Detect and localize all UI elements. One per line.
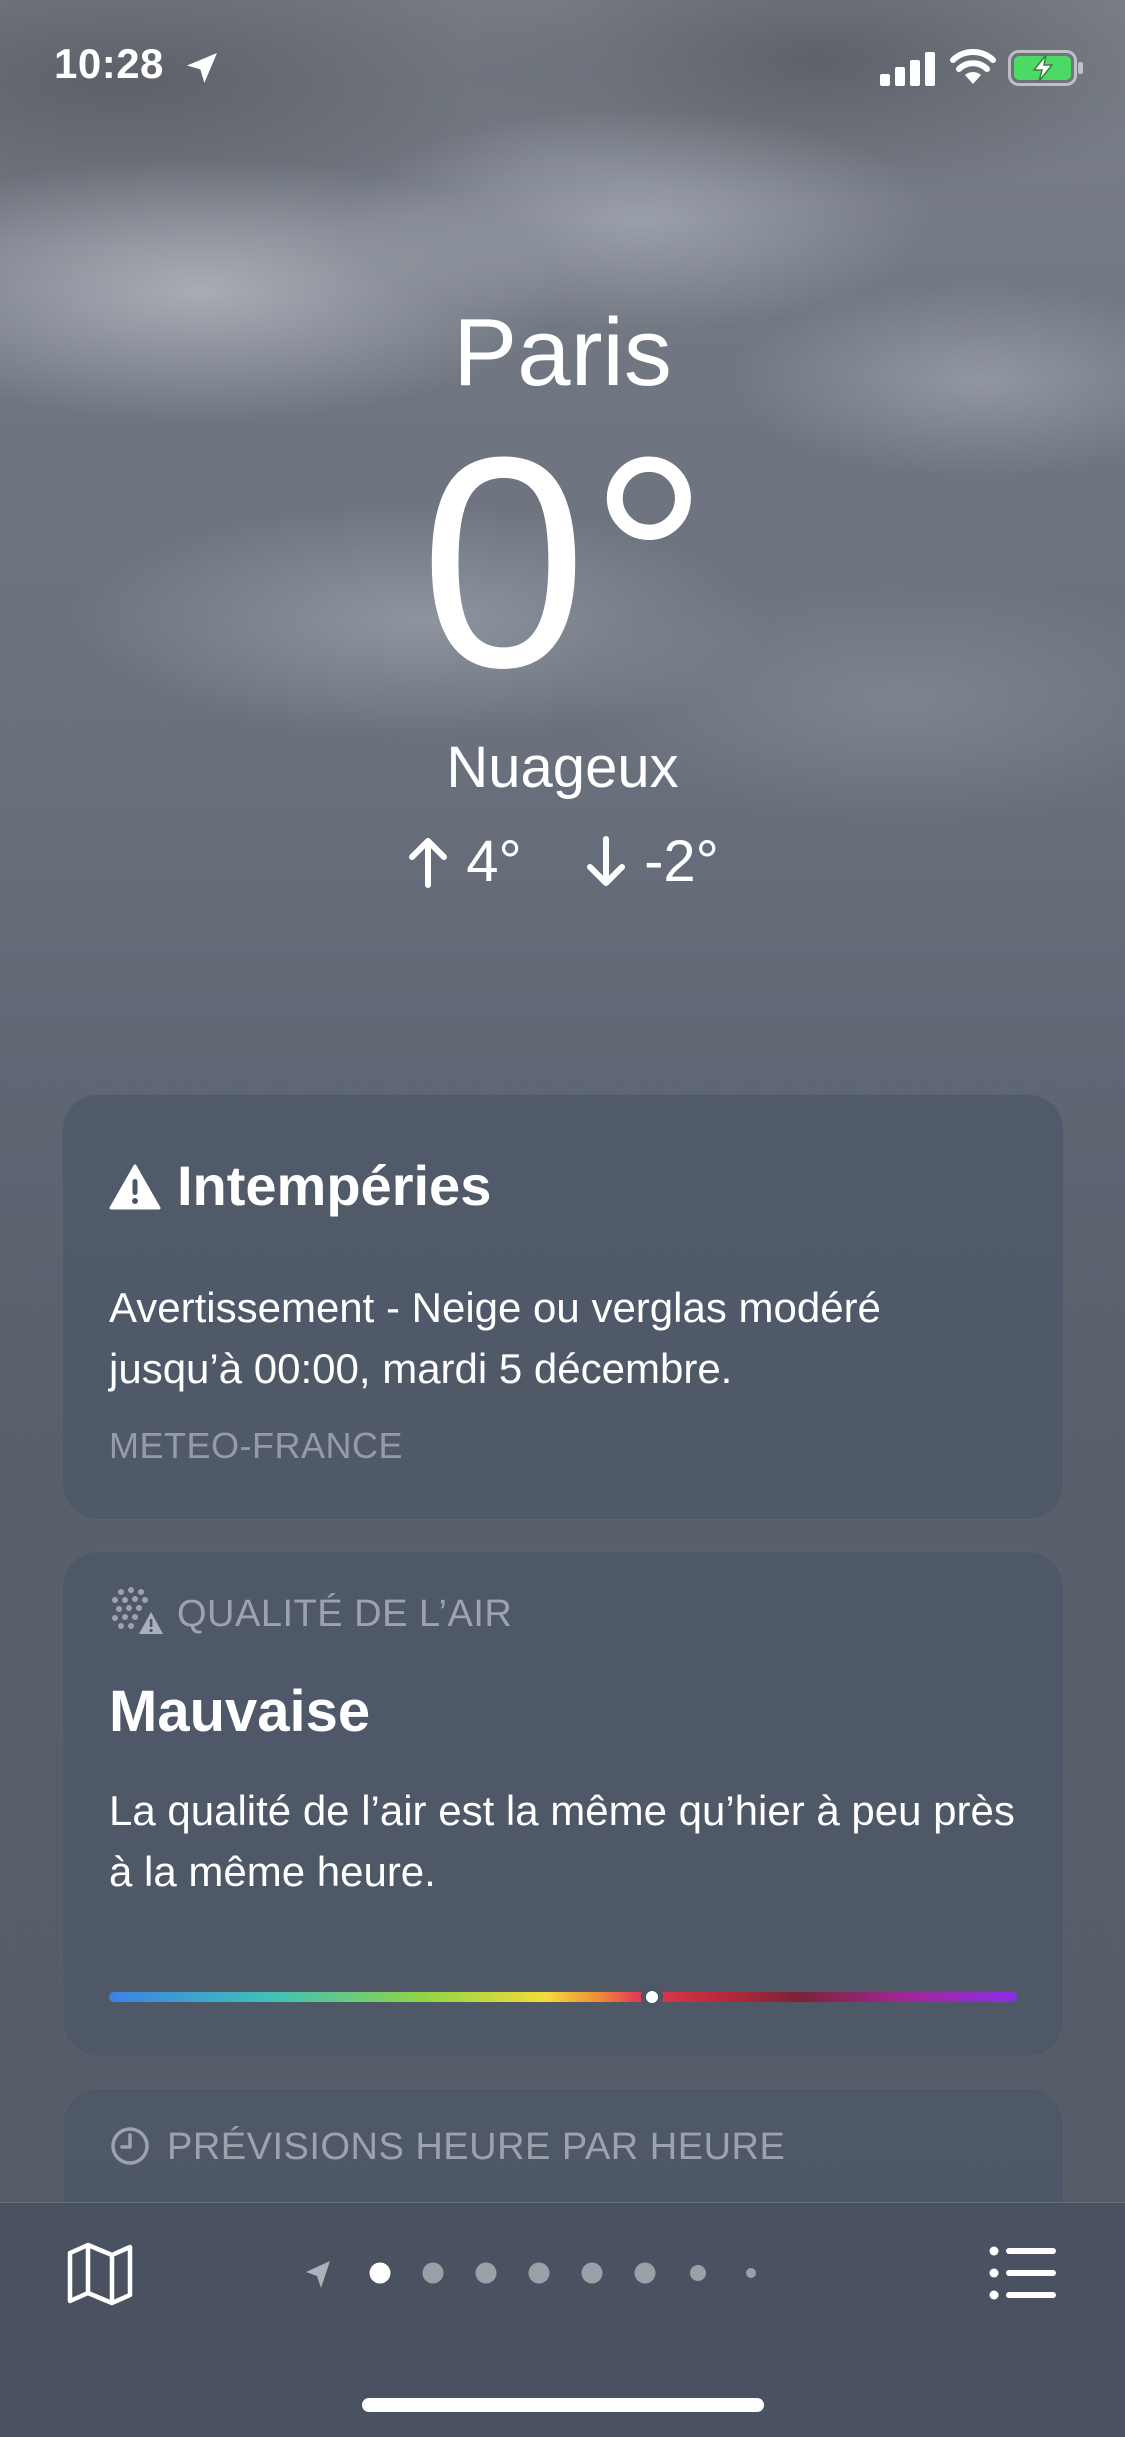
arrow-down-icon: [586, 836, 625, 886]
page-dot[interactable]: [475, 2262, 497, 2284]
battery-charging-icon: [1008, 50, 1083, 86]
temperature-value: 0: [420, 394, 587, 730]
alert-title-text: Intempéries: [177, 1154, 492, 1217]
hourly-forecast-header: PRÉVISIONS HEURE PAR HEURE: [109, 2125, 785, 2169]
city-name: Paris: [453, 299, 672, 406]
air-quality-label: QUALITÉ DE L’AIR: [177, 1593, 513, 1635]
air-quality-description: La qualité de l’air est la même qu’hier …: [109, 1787, 1015, 1895]
alert-title: Intempéries: [109, 1153, 491, 1218]
page-dot[interactable]: [369, 2262, 391, 2284]
status-time: 10:28: [54, 40, 164, 87]
hourly-forecast-label: PRÉVISIONS HEURE PAR HEURE: [167, 2126, 786, 2168]
air-quality-icon: [112, 1587, 163, 1634]
low-temperature: -2°: [644, 829, 719, 894]
page-dot[interactable]: [634, 2262, 656, 2284]
map-icon[interactable]: [64, 2237, 136, 2309]
location-arrow-icon: [187, 53, 217, 83]
air-quality-indicator: [640, 1986, 663, 2008]
high-low-temperatures: 4° -2°: [0, 828, 1125, 895]
alert-description: Avertissement - Neige ou verglas modéré …: [109, 1284, 881, 1392]
current-temperature: 0°: [0, 412, 1125, 712]
weather-condition: Nuageux: [446, 735, 679, 800]
page-dot[interactable]: [746, 2268, 756, 2278]
air-quality-header: QUALITÉ DE L’AIR: [109, 1586, 512, 1636]
page-dot[interactable]: [690, 2265, 706, 2281]
cellular-signal-icon: [880, 52, 935, 86]
home-indicator: [362, 2398, 764, 2412]
page-dot[interactable]: [528, 2262, 550, 2284]
page-dot[interactable]: [581, 2262, 603, 2284]
wifi-icon: [950, 49, 996, 84]
current-location-page-icon[interactable]: [306, 2261, 330, 2288]
list-icon[interactable]: [988, 2243, 1058, 2303]
alert-source: METEO-FRANCE: [109, 1425, 403, 1466]
arrow-up-icon: [409, 838, 448, 888]
air-quality-scale-bar: [109, 1986, 1017, 2008]
clock-icon: [111, 2127, 149, 2165]
air-quality-card[interactable]: QUALITÉ DE L’AIR Mauvaise La qualité de …: [62, 1551, 1064, 2057]
air-quality-value: Mauvaise: [109, 1679, 371, 1744]
severe-weather-alert-card[interactable]: Intempéries Avertissement - Neige ou ver…: [62, 1094, 1064, 1520]
degree-symbol: °: [588, 394, 709, 730]
high-temperature: 4°: [466, 829, 522, 894]
page-indicator[interactable]: [300, 2251, 830, 2295]
status-bar: 10:28: [0, 0, 1125, 140]
page-dot[interactable]: [422, 2262, 444, 2284]
warning-triangle-icon: [109, 1164, 161, 1210]
